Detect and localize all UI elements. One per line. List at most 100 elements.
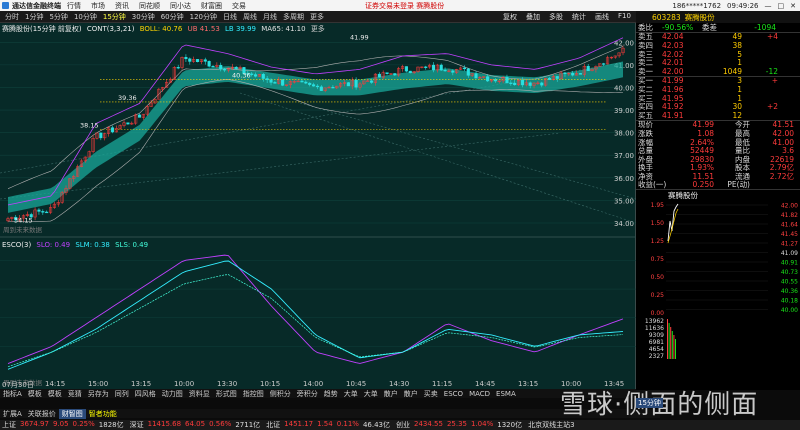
candle-body [474,73,478,79]
diff-value: -1094 [754,22,776,32]
period-tab[interactable]: 120分钟 [187,12,220,22]
mini-axis-label: 41.09 [781,250,798,257]
period-tab[interactable]: 周线 [240,12,260,22]
menu-item[interactable]: 行情 [67,1,81,11]
indicator-tab[interactable]: 模板 [25,389,45,399]
trend-line [239,92,637,224]
menu-item[interactable]: 市场 [91,1,105,11]
book-row[interactable]: 买五 41.91 12 [636,111,800,120]
indicator-tab[interactable]: 模板 [45,389,65,399]
indicator-tab[interactable]: 大单 [361,389,381,399]
indicator-header: 赛腾股份(15分钟 前复权) CONT(3,3,21) BOLL: 40.76 … [2,24,325,34]
period-tab[interactable]: 分时 [2,12,22,22]
candle-body [45,211,49,214]
indicator-tab[interactable]: 散户 [381,389,401,399]
candle-body [304,81,308,84]
index-quote[interactable]: 上证 3674.97 9.05 0.25% 1828亿 [2,420,124,430]
tool-button[interactable]: 统计 [572,12,586,22]
mini-vol-label: 9309 [649,332,664,339]
indicator-tab[interactable]: 动力图 [159,389,186,399]
envelope-line [7,46,624,189]
panel-tab[interactable]: 智者功能 [86,409,120,419]
period-tab[interactable]: 10分钟 [71,12,100,22]
book-row[interactable]: 卖一 42.00 1049 -12 [636,67,800,76]
book-price: 42.00 [662,66,684,76]
side-period-tab[interactable]: 15分钟 [636,398,663,408]
mini-axis-label: 41.82 [781,212,798,219]
panel-tab[interactable]: 关联报价 [25,409,59,419]
panel-tab[interactable]: 扩展A [0,409,25,419]
index-quote[interactable]: 北证 1451.17 1.54 0.11% 46.43亿 [266,420,390,430]
indicator-tab[interactable]: 四风格 [132,389,159,399]
panel-tab[interactable]: 财智图 [58,408,86,419]
period-tab[interactable]: 日线 [220,12,240,22]
indicator-tab[interactable]: MACD [466,390,493,398]
index-quote[interactable]: 创业 2434.55 25.35 1.04% 1320亿 [396,420,522,430]
index-pct: 1.04% [471,420,494,428]
mini-pct-label: 0.75 [651,256,665,263]
tool-button[interactable]: 画线 [595,12,609,22]
indicator-tab[interactable]: 旁积分 [294,389,321,399]
login-notice[interactable]: 证券交易未登录 赛腾股份 [365,1,444,11]
period-tab[interactable]: 30分钟 [129,12,158,22]
indicator-tab[interactable]: 指标A [0,389,25,399]
index-name: 上证 [2,421,16,429]
tool-button[interactable]: F10 [618,12,631,22]
menu-item[interactable]: 同花顺 [139,1,160,11]
esco-name[interactable]: ESCO(3) [2,241,31,249]
mini-intraday-chart[interactable]: 42.00 41.82 41.64 41.45 41.27 41.09 40.91 40.73… [636,201,800,362]
tool-button[interactable]: 叠加 [526,12,540,22]
tool-button[interactable]: 复权 [503,12,517,22]
mini-volume-bar [673,335,675,360]
candle-body [110,127,114,133]
menu-item[interactable]: 同小达 [170,1,191,11]
maximize-icon[interactable]: □ [778,2,785,10]
index-quote[interactable]: 深证 11415.68 64.05 0.56% 2711亿 [130,420,261,430]
mini-volume-bar [670,327,672,360]
candle-body [273,82,277,84]
indicator-tab[interactable]: 指控图 [240,389,267,399]
esco-header: ESCO(3) SLO: 0.49 SLM: 0.38 SLS: 0.49 [2,241,148,249]
minimize-icon[interactable]: — [765,2,772,10]
kline-chart[interactable]: 42.00 41.00 40.00 39.00 38.00 37.00 36.00 35.00… [0,23,637,389]
mini-pct-label: 0.00 [651,310,665,317]
period-tab[interactable]: 60分钟 [158,12,187,22]
mini-volume-bar [667,319,668,360]
kline-svg[interactable]: 42.0041.0040.0039.0038.0037.0036.0035.00… [0,23,637,389]
menu-item[interactable]: 交易 [232,1,246,11]
indicator-tab[interactable]: 大单 [341,389,361,399]
indicator-tab[interactable]: ESMA [493,390,519,398]
indicator-tab[interactable]: 买卖 [421,389,441,399]
menu-item[interactable]: 财富圈 [201,1,222,11]
candle-body [586,65,590,71]
period-tab[interactable]: 多周期 [280,12,307,22]
indicator-tab[interactable]: ESCO [441,390,466,398]
time-label: 10:15 [260,380,281,388]
indicator-tab[interactable]: 同列 [112,389,132,399]
indicator-tab[interactable]: 侧积分 [267,389,294,399]
candle-body [261,74,265,79]
tool-button[interactable]: 多股 [549,12,563,22]
stat-label: PE(动) [727,180,750,190]
candle-body [451,70,455,73]
period-tab[interactable]: 月线 [260,12,280,22]
indicator-tab[interactable]: 资料显 [186,389,213,399]
period-tab[interactable]: 15分钟 [100,12,129,22]
indicator-tab[interactable]: 另存为 [85,389,112,399]
book-volume: 1049 [722,66,742,76]
candle-body [431,64,436,71]
indicator-tab[interactable]: 散户 [401,389,421,399]
mini-vol-label: 4654 [649,346,664,353]
period-tab[interactable]: 更多 [307,12,327,22]
period-tab[interactable]: 5分钟 [46,12,70,22]
stock-code: 603283 [652,12,681,22]
mini-pct-label: 1.50 [651,220,665,227]
period-tab[interactable]: 1分钟 [22,12,46,22]
more-label[interactable]: 更多 [311,25,325,33]
cont-label[interactable]: CONT(3,3,21) [87,25,135,33]
indicator-tab[interactable]: 竞猜 [65,389,85,399]
indicator-tab[interactable]: 形式图 [213,389,240,399]
menu-item[interactable]: 资讯 [115,1,129,11]
close-icon[interactable]: ✕ [790,2,796,10]
indicator-tab[interactable]: 趋势 [321,389,341,399]
